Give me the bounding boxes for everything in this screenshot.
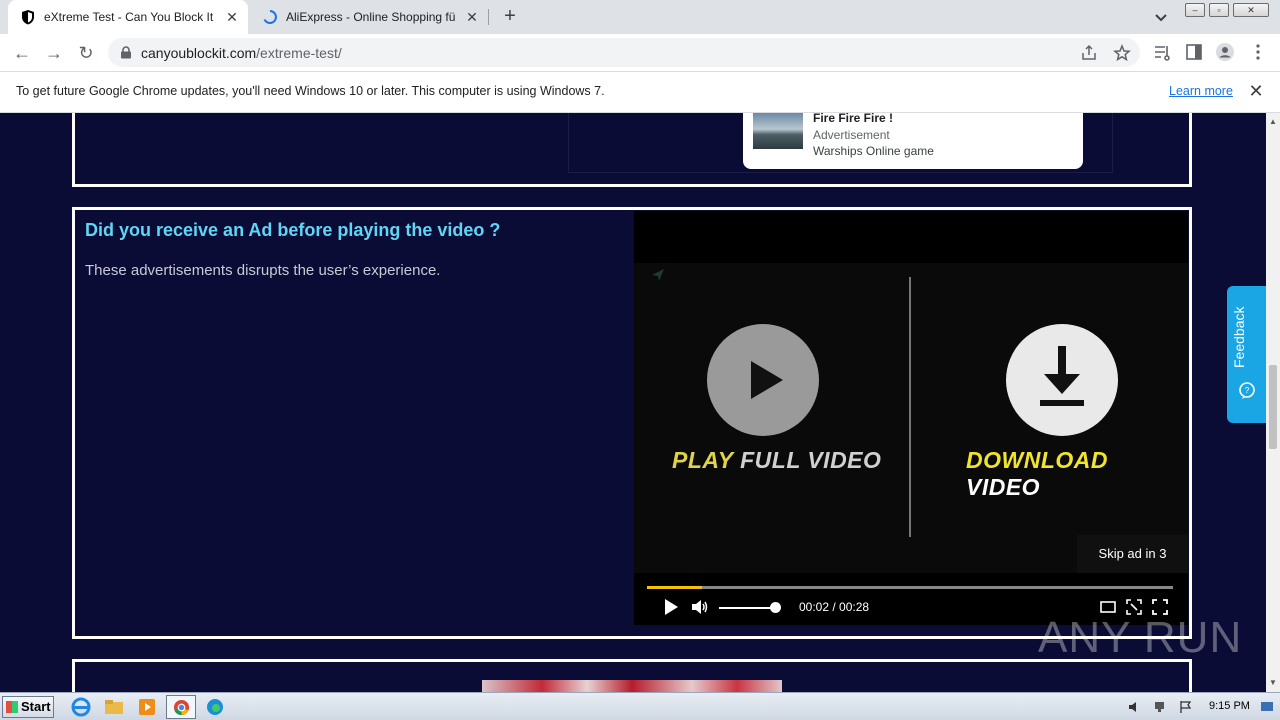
taskbar-clock: 9:15 PM (1209, 700, 1250, 712)
section-heading: Did you receive an Ad before playing the… (85, 220, 501, 240)
feedback-chat-icon: ? (1239, 382, 1255, 399)
video-divider (909, 277, 911, 537)
volume-icon[interactable] (691, 598, 709, 616)
download-video-label: DOWNLOAD VIDEO (966, 447, 1188, 501)
feedback-label: Feedback (1231, 306, 1247, 368)
play-full-video-button[interactable] (707, 324, 819, 436)
file-explorer-icon[interactable] (101, 695, 127, 719)
url-path: /extreme-test/ (256, 45, 342, 61)
speaker-tray-icon[interactable] (1128, 700, 1142, 714)
network-tray-icon[interactable] (1154, 700, 1168, 714)
content-box-bottom (72, 659, 1192, 692)
lock-icon[interactable] (120, 46, 132, 59)
flag-tray-icon[interactable] (1179, 700, 1193, 714)
section-body: These advertisements disrupts the user’s… (85, 262, 441, 279)
scrollbar-thumb[interactable] (1269, 365, 1277, 449)
start-button[interactable]: Start (2, 696, 54, 718)
tab-aliexpress[interactable]: AliExpress - Online Shopping für Elektro… (250, 0, 488, 34)
video-progress-bar[interactable] (647, 586, 1173, 589)
shield-icon (22, 10, 34, 25)
scroll-up-icon[interactable]: ▲ (1269, 117, 1277, 126)
url-domain: canyoublockit.com (141, 45, 257, 61)
full-video-word: FULL VIDEO (740, 447, 882, 473)
video-time: 00:02 / 00:28 (799, 600, 870, 614)
url-text[interactable]: canyoublockit.com/extreme-test/ (141, 45, 342, 61)
kebab-menu-icon[interactable] (1248, 42, 1268, 62)
progress-fill (647, 586, 703, 589)
profile-avatar-icon[interactable] (1215, 42, 1235, 62)
internet-explorer-icon[interactable] (68, 695, 94, 719)
ad-subtitle: Warships Online game (813, 144, 934, 158)
minimize-button[interactable]: – (1185, 3, 1205, 17)
side-panel-icon[interactable] (1184, 42, 1204, 62)
maximize-button[interactable]: ▫ (1209, 3, 1229, 17)
reading-list-icon[interactable] (1152, 42, 1172, 62)
close-tab-icon[interactable]: ✕ (224, 9, 240, 25)
infobar-message: To get future Google Chrome updates, you… (16, 84, 605, 98)
back-arrow-icon[interactable]: ← (11, 42, 33, 64)
reload-icon[interactable]: ↻ (75, 42, 97, 64)
ad-title: Fire Fire Fire ! (813, 113, 894, 125)
arrow-logo-icon (652, 269, 664, 281)
window-close-button[interactable]: ✕ (1233, 3, 1269, 17)
tab-title: eXtreme Test - Can You Block It ? (44, 10, 216, 24)
edge-icon[interactable] (202, 695, 228, 719)
loading-spinner-icon (263, 10, 277, 24)
show-desktop-icon[interactable] (1260, 700, 1274, 714)
forward-arrow-icon[interactable]: → (43, 42, 65, 64)
browser-toolbar: ← → ↻ canyoublockit.com/extreme-test/ (0, 34, 1280, 71)
tab-search-icon[interactable] (1152, 8, 1170, 26)
update-infobar: To get future Google Chrome updates, you… (0, 71, 1280, 113)
anyrun-watermark: ANY RUN (1038, 613, 1243, 662)
tab-extreme-test[interactable]: eXtreme Test - Can You Block It ? ✕ (8, 0, 248, 34)
ad-label: Advertisement (813, 128, 890, 142)
play-word: PLAY (672, 447, 734, 473)
skip-ad-countdown: Skip ad in 3 (1077, 535, 1188, 573)
volume-slider[interactable] (719, 607, 775, 609)
volume-knob[interactable] (770, 602, 781, 613)
tab-strip: eXtreme Test - Can You Block It ? ✕ AliE… (0, 0, 1280, 34)
tab-separator (488, 9, 489, 25)
play-triangle-icon (751, 361, 783, 399)
windows-taskbar: Start 9:15 PM (0, 692, 1280, 720)
tab-title: AliExpress - Online Shopping für Elektro… (286, 10, 456, 24)
download-video-button[interactable] (1006, 324, 1118, 436)
video-word: VIDEO (966, 474, 1041, 500)
download-arrow-icon (1040, 346, 1084, 406)
scroll-down-icon[interactable]: ▼ (1269, 678, 1277, 687)
feedback-tab[interactable]: Feedback ? (1227, 286, 1266, 423)
download-word: DOWNLOAD (966, 447, 1108, 473)
chrome-icon (173, 699, 190, 716)
share-icon[interactable] (1080, 44, 1098, 62)
close-infobar-icon[interactable]: ✕ (1246, 81, 1266, 101)
bookmark-star-icon[interactable] (1113, 44, 1131, 62)
warship-thumbnail (753, 113, 803, 149)
play-full-video-label: PLAY FULL VIDEO (672, 447, 881, 474)
play-icon[interactable] (662, 598, 680, 616)
learn-more-link[interactable]: Learn more (1169, 84, 1233, 98)
new-tab-button[interactable]: + (498, 5, 522, 29)
page-scrollbar[interactable]: ▲ ▼ (1266, 113, 1280, 692)
start-label: Start (21, 699, 51, 714)
content-image (482, 680, 782, 692)
video-player[interactable]: PLAY FULL VIDEO DOWNLOAD VIDEO Skip ad i… (634, 211, 1188, 625)
close-tab-icon[interactable]: ✕ (464, 9, 480, 25)
svg-text:?: ? (1245, 386, 1250, 395)
page-content: Fire Fire Fire ! Advertisement Warships … (0, 113, 1266, 692)
windows-flag-icon (6, 701, 18, 713)
ad-card[interactable]: Fire Fire Fire ! Advertisement Warships … (743, 113, 1083, 169)
media-player-icon[interactable] (134, 695, 160, 719)
video-frame (634, 263, 1188, 573)
address-bar[interactable]: canyoublockit.com/extreme-test/ (108, 38, 1140, 67)
chrome-taskbar-button[interactable] (166, 695, 196, 719)
